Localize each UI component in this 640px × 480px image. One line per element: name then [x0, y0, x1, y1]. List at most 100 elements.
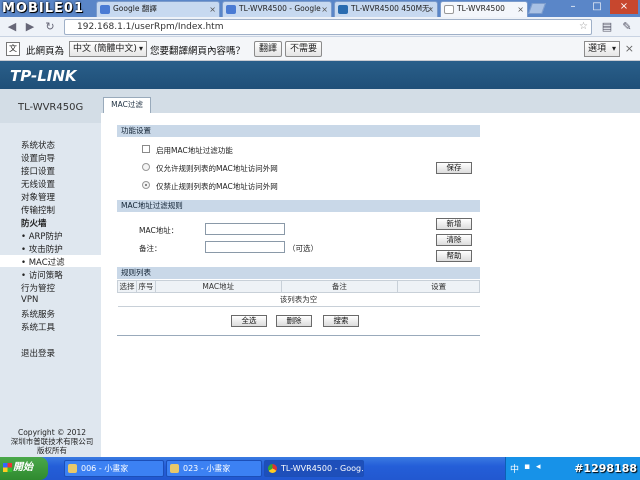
mac-address-label: MAC地址： [139, 226, 179, 235]
language-select[interactable]: 中文 (簡體中文) [69, 41, 147, 57]
close-icon[interactable]: × [321, 3, 328, 17]
copyright-line: 版权所有 [37, 446, 67, 455]
copyright-line: Copyright © 2012 [17, 428, 86, 437]
browser-tab-router[interactable]: TL-WVR4500 × [440, 1, 528, 17]
help-button[interactable]: 帮助 [436, 250, 472, 262]
translate-question: 您要翻譯網頁內容嗎？ [150, 46, 246, 57]
page-menu-icon[interactable]: ▤ [600, 20, 614, 34]
close-icon[interactable]: × [427, 3, 434, 17]
reload-icon[interactable]: ↻ [42, 19, 58, 35]
tplink-logo: TP-LINK [10, 67, 77, 85]
system-tray: 中 ▪ ◂ #1298188 [505, 457, 640, 480]
back-icon[interactable]: ◀ [4, 19, 20, 35]
watermark-id: #1298188 [574, 462, 637, 475]
col-note: 备注 [280, 280, 399, 293]
mac-address-input[interactable] [205, 223, 285, 235]
deny-only-label: 仅禁止规则列表的MAC地址访问外网 [156, 182, 278, 191]
forward-icon[interactable]: ▶ [22, 19, 38, 35]
translate-button[interactable]: 翻譯 [254, 41, 283, 57]
sidebar-item-wireless[interactable]: 无线设置 [21, 178, 55, 190]
sidebar-item-logout[interactable]: 退出登录 [21, 347, 55, 359]
select-all-button[interactable]: 全选 [231, 315, 267, 327]
sidebar-item-firewall[interactable]: 防火墙 [21, 217, 47, 229]
note-input[interactable] [205, 241, 285, 253]
optional-hint: （可选） [288, 244, 318, 253]
col-index: 序号 [135, 280, 156, 293]
sidebar-item-behavior[interactable]: 行为管控 [21, 282, 55, 294]
empty-list-text: 该列表为空 [117, 292, 480, 307]
window-close-button[interactable]: × [610, 0, 638, 14]
paint-icon [170, 464, 179, 473]
paint-icon [68, 464, 77, 473]
sidebar-item-interface[interactable]: 接口设置 [21, 165, 55, 177]
google-translate-icon [100, 5, 110, 14]
func-settings-header: 功能设置 [117, 125, 480, 137]
language-value: 中文 (簡體中文) [73, 44, 137, 54]
col-settings: 设置 [397, 280, 480, 293]
sidebar-item-tools[interactable]: 系统工具 [21, 321, 55, 333]
browser-tab-google-translate[interactable]: Google 翻譯 × [96, 1, 220, 17]
taskbar-item-chrome[interactable]: TL-WVR4500 - Goog... [264, 460, 364, 477]
taskbar-item-paint-023[interactable]: 023 - 小畫家 [166, 460, 262, 477]
sidebar-item-arp[interactable]: • ARP防护 [21, 230, 63, 242]
page-icon [444, 5, 454, 14]
divider [117, 335, 480, 336]
sidebar-item-services[interactable]: 系统服务 [21, 308, 55, 320]
network-icon[interactable]: ▪ [524, 462, 530, 472]
browser-tab-google-search[interactable]: TL-WVR4500 - Google × [222, 1, 332, 17]
add-button[interactable]: 新增 [436, 218, 472, 230]
windows-taskbar: 開始 006 - 小畫家 023 - 小畫家 TL-WVR4500 - Goog… [0, 457, 640, 480]
enable-mac-filter-checkbox[interactable] [142, 145, 150, 153]
url-input[interactable]: 192.168.1.1/userRpm/Index.htm ☆ [64, 19, 592, 35]
task-label: TL-WVR4500 - Goog... [281, 464, 364, 473]
allow-only-radio[interactable] [142, 163, 150, 171]
search-button[interactable]: 搜索 [323, 315, 359, 327]
options-label: 選項 [588, 44, 607, 54]
address-bar-row: ◀ ▶ ↻ 192.168.1.1/userRpm/Index.htm ☆ ▤ … [0, 17, 640, 37]
router-sidebar: 系统状态 设置向导 接口设置 无线设置 对象管理 传输控制 防火墙 • ARP防… [0, 123, 101, 457]
sidebar-item-transmission[interactable]: 传输控制 [21, 204, 55, 216]
translate-options-button[interactable]: 選項 [584, 41, 620, 57]
rule-table: 选择 序号 MAC地址 备注 设置 该列表为空 [117, 280, 480, 307]
note-label: 备注： [139, 244, 162, 253]
close-icon[interactable]: × [625, 42, 634, 55]
task-label: 006 - 小畫家 [81, 464, 129, 473]
translate-infobar: 文 此網頁為 中文 (簡體中文) 您要翻譯網頁內容嗎？ 翻譯 不需要 選項 × [0, 37, 640, 61]
sidebar-item-mac-filter[interactable]: • MAC过滤 [21, 256, 65, 268]
sidebar-item-system-status[interactable]: 系统状态 [21, 139, 55, 151]
copyright: Copyright © 2012 深圳市普联技术有限公司 版权所有 [6, 428, 98, 455]
start-button[interactable]: 開始 [0, 457, 48, 480]
tray-ime-text[interactable]: 中 [510, 462, 519, 475]
sidebar-item-access-policy[interactable]: • 访问策略 [21, 269, 63, 281]
tab-label: TL-WVR4500 [457, 4, 505, 13]
decline-translate-button[interactable]: 不需要 [285, 41, 323, 57]
clear-button[interactable]: 清除 [436, 234, 472, 246]
bookmark-star-icon[interactable]: ☆ [579, 20, 588, 34]
sidebar-item-attack[interactable]: • 攻击防护 [21, 243, 63, 255]
save-button[interactable]: 保存 [436, 162, 472, 174]
google-icon [226, 5, 236, 14]
wrench-icon[interactable]: ✎ [620, 20, 634, 34]
sidebar-item-objects[interactable]: 对象管理 [21, 191, 55, 203]
delete-button[interactable]: 删除 [276, 315, 312, 327]
sidebar-item-vpn[interactable]: VPN [21, 295, 38, 305]
table-row: 该列表为空 [117, 292, 480, 307]
model-name: TL-WVR450G [18, 102, 84, 113]
volume-icon[interactable]: ◂ [536, 462, 541, 472]
new-tab-button[interactable] [527, 3, 547, 14]
maximize-button[interactable]: □ [586, 0, 608, 14]
tab-mac-filter[interactable]: MAC过滤 [103, 97, 151, 113]
close-icon[interactable]: × [517, 3, 524, 17]
minimize-button[interactable]: – [562, 0, 584, 14]
taskbar-item-paint-006[interactable]: 006 - 小畫家 [64, 460, 164, 477]
browser-tab-product[interactable]: TL-WVR4500 450M无· × [334, 1, 438, 17]
browser-tab-bar: MOBILE01 Google 翻譯 × TL-WVR4500 - Google… [0, 0, 640, 17]
sidebar-item-setup-wizard[interactable]: 设置向导 [21, 152, 55, 164]
router-header: TP-LINK [0, 61, 640, 89]
deny-only-radio[interactable] [142, 181, 150, 189]
translate-icon: 文 [6, 42, 20, 56]
windows-flag-icon [3, 463, 12, 472]
tab-label: Google 翻譯 [113, 4, 157, 13]
translate-prefix-text: 此網頁為 [26, 46, 65, 57]
close-icon[interactable]: × [209, 3, 216, 17]
